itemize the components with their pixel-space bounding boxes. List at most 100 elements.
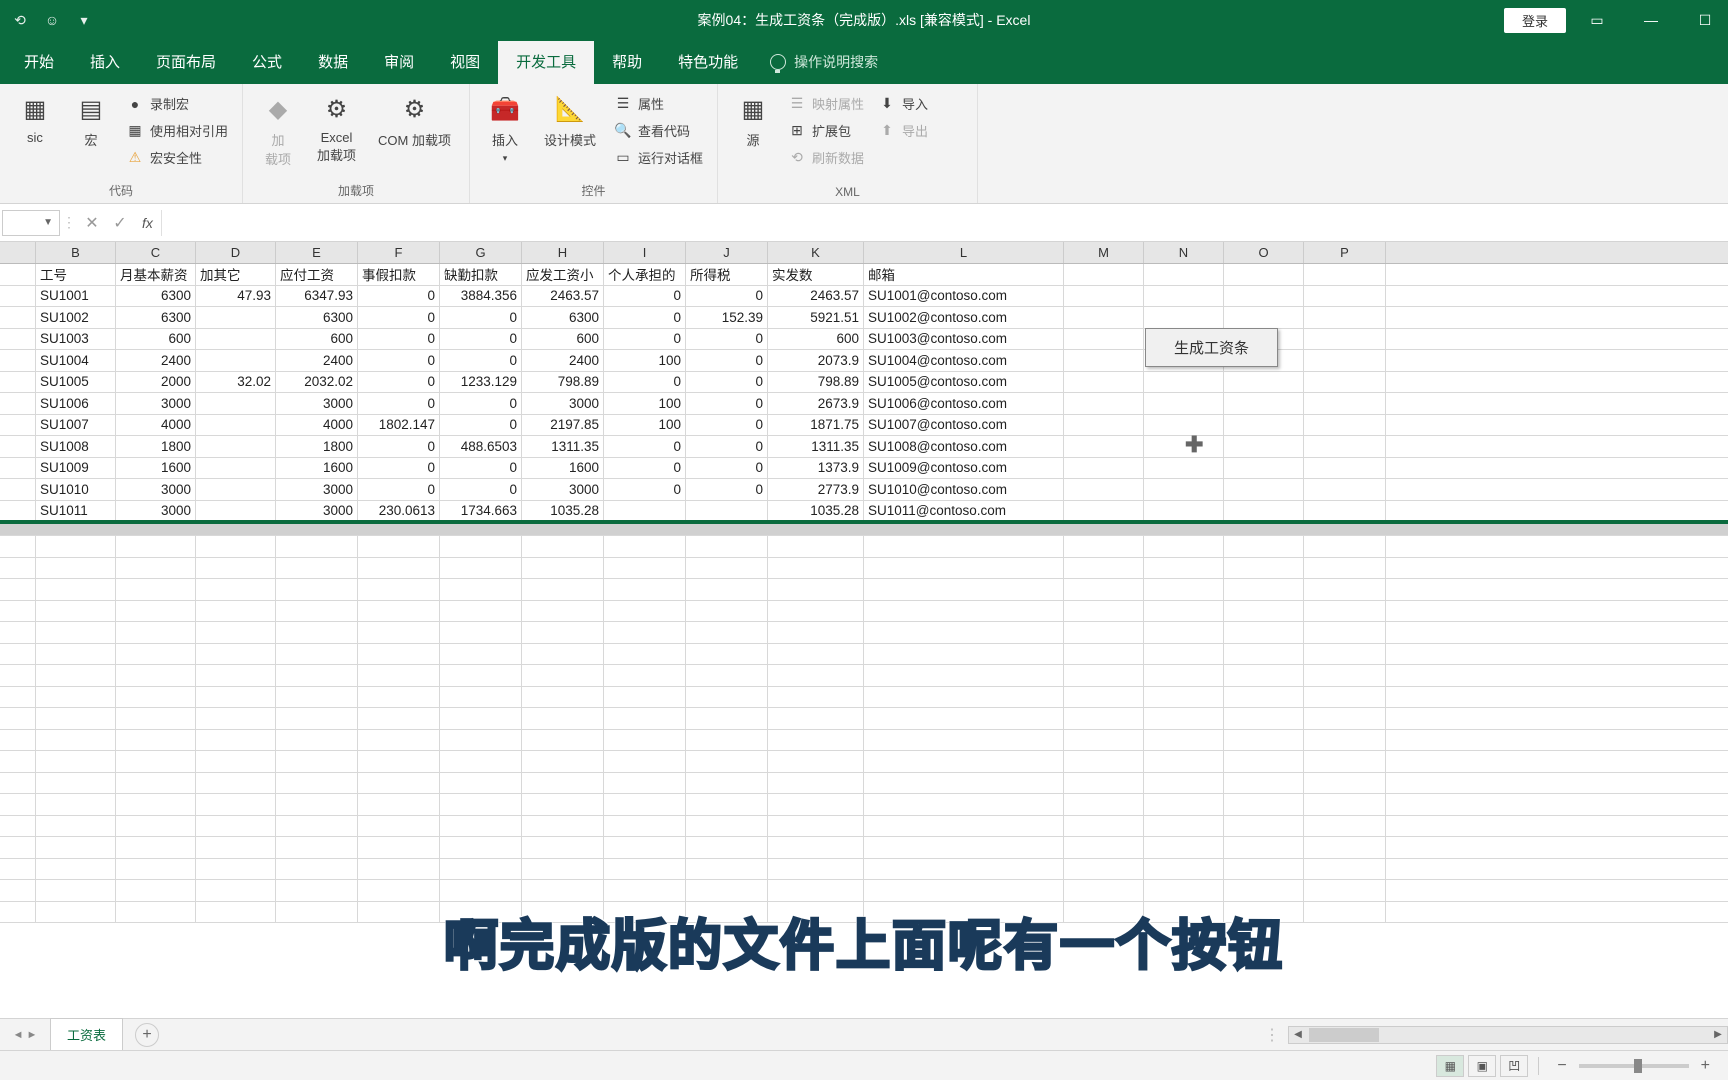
com-addins-button[interactable]: ⚙COM 加载项 [370, 88, 459, 153]
col-header[interactable]: F [358, 242, 440, 263]
table-row[interactable] [0, 773, 1728, 795]
xml-source-button[interactable]: ▦源 [728, 88, 778, 153]
table-row[interactable]: SU1008 1800 1800 0 488.6503 1311.35 0 0 … [0, 436, 1728, 458]
page-layout-button[interactable]: ▣ [1468, 1055, 1496, 1077]
tab-data[interactable]: 数据 [300, 41, 366, 84]
cancel-formula-button[interactable]: ✕ [78, 213, 106, 233]
table-header-cell[interactable]: 缺勤扣款 [440, 264, 522, 285]
name-box[interactable]: ▼ [2, 210, 60, 236]
sheet-tab-active[interactable]: 工资表 [50, 1018, 123, 1052]
table-header-cell[interactable]: 工号 [36, 264, 116, 285]
col-header[interactable]: L [864, 242, 1064, 263]
run-dialog-button[interactable]: ▭运行对话框 [610, 146, 707, 169]
scroll-left-icon[interactable]: ◀ [1289, 1029, 1307, 1040]
col-header[interactable]: C [116, 242, 196, 263]
spreadsheet-grid[interactable]: B C D E F G H I J K L M N O P 工号月基本薪资加其它… [0, 242, 1728, 1002]
horizontal-scrollbar[interactable]: ◀ ▶ [1288, 1026, 1728, 1044]
table-row[interactable] [0, 687, 1728, 709]
autosave-icon[interactable]: ⟲ [10, 10, 30, 30]
tab-review[interactable]: 审阅 [366, 41, 432, 84]
table-row[interactable] [0, 622, 1728, 644]
design-mode-button[interactable]: 📐设计模式 [536, 88, 604, 153]
enter-formula-button[interactable]: ✓ [106, 213, 134, 233]
table-row[interactable] [0, 880, 1728, 902]
table-header-cell[interactable]: 应付工资 [276, 264, 358, 285]
table-row[interactable] [0, 730, 1728, 752]
table-row[interactable]: SU1007 4000 4000 1802.147 0 2197.85 100 … [0, 415, 1728, 437]
table-header-cell[interactable]: 个人承担的 [604, 264, 686, 285]
insert-control-button[interactable]: 🧰插入▾ [480, 88, 530, 168]
macros-button[interactable]: ▤ 宏 [66, 88, 116, 153]
add-sheet-button[interactable]: + [135, 1023, 159, 1047]
properties-button[interactable]: ☰属性 [610, 92, 707, 115]
col-header[interactable]: H [522, 242, 604, 263]
table-row[interactable]: SU1009 1600 1600 0 0 1600 0 0 1373.9 SU1… [0, 458, 1728, 480]
visual-basic-button[interactable]: ▦ sic [10, 88, 60, 149]
sheet-nav[interactable]: ◄ ► [0, 1029, 50, 1041]
tab-developer[interactable]: 开发工具 [498, 41, 594, 84]
col-header[interactable]: E [276, 242, 358, 263]
smiley-icon[interactable]: ☺ [42, 10, 62, 30]
table-row[interactable] [0, 751, 1728, 773]
map-props-button[interactable]: ☰映射属性 [784, 92, 868, 115]
tab-help[interactable]: 帮助 [594, 41, 660, 84]
formula-input[interactable] [161, 210, 1728, 236]
tab-insert[interactable]: 插入 [72, 41, 138, 84]
import-button[interactable]: ⬇导入 [874, 92, 932, 115]
col-header[interactable]: I [604, 242, 686, 263]
col-header[interactable]: N [1144, 242, 1224, 263]
excel-addins-button[interactable]: ⚙Excel 加载项 [309, 88, 364, 168]
table-header-cell[interactable]: 事假扣款 [358, 264, 440, 285]
row-header[interactable] [0, 264, 36, 285]
expansion-button[interactable]: ⊞扩展包 [784, 119, 868, 142]
refresh-button[interactable]: ⟲刷新数据 [784, 146, 868, 169]
zoom-in-button[interactable]: + [1693, 1057, 1718, 1075]
col-header[interactable]: M [1064, 242, 1144, 263]
table-row[interactable] [0, 558, 1728, 580]
table-row[interactable] [0, 794, 1728, 816]
generate-payslip-button[interactable]: 生成工资条 [1145, 328, 1278, 367]
select-all-corner[interactable] [0, 242, 36, 263]
addins-button[interactable]: ◆加 载项 [253, 88, 303, 172]
tell-me-search[interactable]: 操作说明搜索 [756, 42, 892, 84]
table-row[interactable]: SU1002 6300 6300 0 0 6300 0 152.39 5921.… [0, 307, 1728, 329]
zoom-slider[interactable] [1579, 1064, 1689, 1068]
tab-pagelayout[interactable]: 页面布局 [138, 41, 234, 84]
table-header-cell[interactable]: 所得税 [686, 264, 768, 285]
record-macro-button[interactable]: ●录制宏 [122, 92, 232, 115]
table-header-cell[interactable]: 邮箱 [864, 264, 1064, 285]
col-header[interactable]: P [1304, 242, 1386, 263]
table-header-cell[interactable]: 月基本薪资 [116, 264, 196, 285]
zoom-out-button[interactable]: − [1549, 1057, 1574, 1075]
fx-label[interactable]: fx [134, 215, 161, 231]
table-row[interactable]: SU1001 6300 47.93 6347.93 0 3884.356 246… [0, 286, 1728, 308]
ribbon-options-icon[interactable]: ▭ [1574, 0, 1620, 40]
col-header[interactable]: B [36, 242, 116, 263]
table-row[interactable] [0, 665, 1728, 687]
tab-formulas[interactable]: 公式 [234, 41, 300, 84]
maximize-button[interactable]: ☐ [1682, 0, 1728, 40]
tab-special[interactable]: 特色功能 [660, 41, 756, 84]
table-row[interactable] [0, 644, 1728, 666]
normal-view-button[interactable]: ▦ [1436, 1055, 1464, 1077]
table-header-cell[interactable]: 应发工资小 [522, 264, 604, 285]
table-row[interactable]: SU1004 2400 2400 0 0 2400 100 0 2073.9 S… [0, 350, 1728, 372]
table-header-cell[interactable]: 实发数 [768, 264, 864, 285]
login-button[interactable]: 登录 [1504, 8, 1566, 33]
table-row[interactable]: SU1011 3000 3000 230.0613 1734.663 1035.… [0, 501, 1728, 523]
table-row[interactable] [0, 601, 1728, 623]
table-row[interactable] [0, 708, 1728, 730]
cells-area[interactable]: 工号月基本薪资加其它应付工资事假扣款缺勤扣款应发工资小个人承担的所得税实发数邮箱… [0, 264, 1728, 923]
tab-home[interactable]: 开始 [6, 41, 72, 84]
table-row[interactable] [0, 816, 1728, 838]
scroll-thumb[interactable] [1309, 1028, 1379, 1042]
page-break-button[interactable]: 凹 [1500, 1055, 1528, 1077]
col-header[interactable]: J [686, 242, 768, 263]
col-header[interactable]: D [196, 242, 276, 263]
table-row[interactable] [0, 859, 1728, 881]
table-row[interactable] [0, 579, 1728, 601]
col-header[interactable]: K [768, 242, 864, 263]
macro-security-button[interactable]: ⚠宏安全性 [122, 146, 232, 169]
minimize-button[interactable]: — [1628, 0, 1674, 40]
table-row[interactable] [0, 837, 1728, 859]
